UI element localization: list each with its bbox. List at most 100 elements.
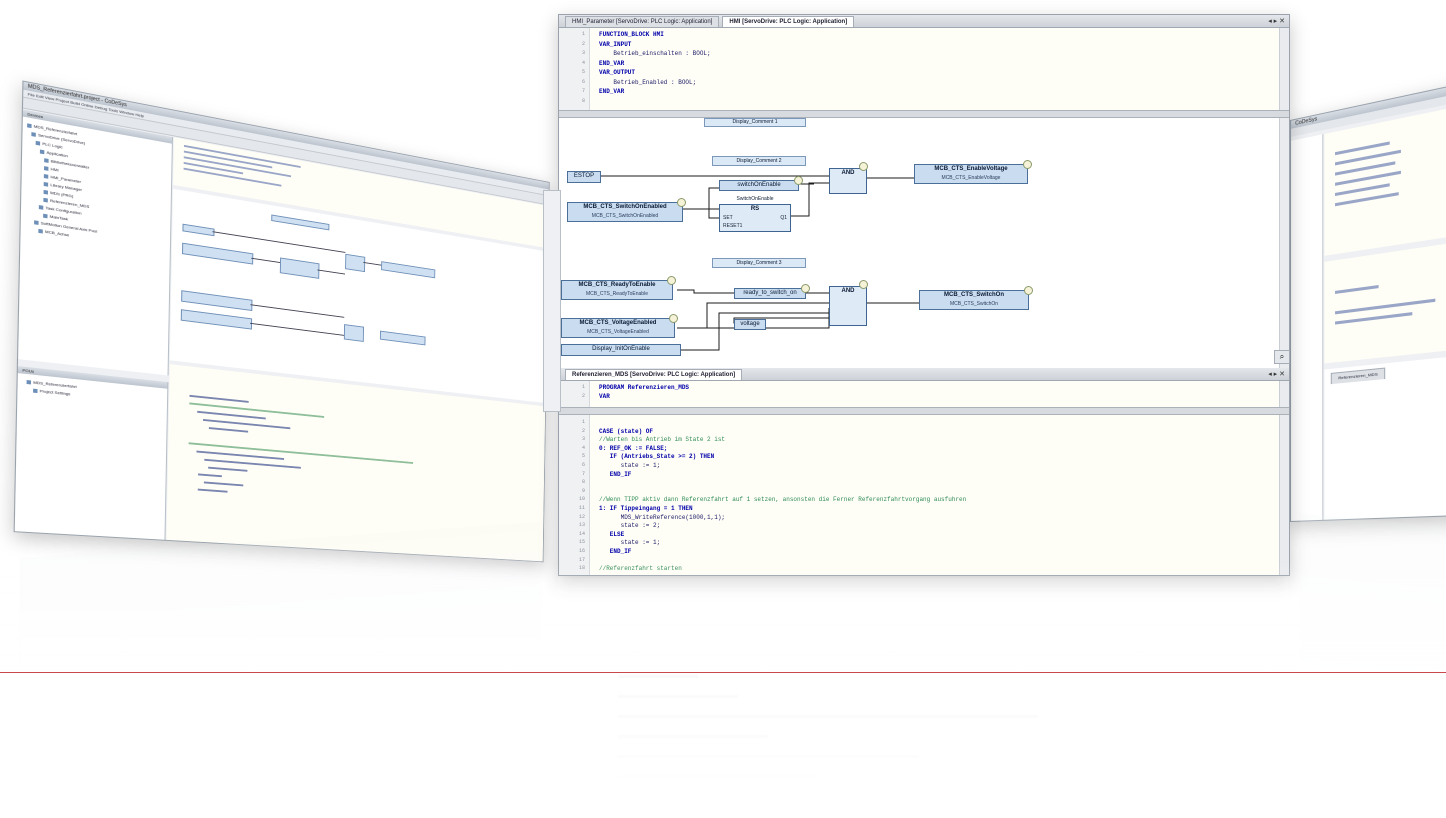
declaration-editor[interactable]: 1 FUNCTION_BLOCK HMI 2 VAR_INPUT 3 Betrieb_e… [559,28,1289,110]
code-line[interactable]: FUNCTION_BLOCK HMI [599,31,664,38]
node-icon [31,132,36,137]
line-number: 11 [578,505,585,511]
switch-on-enabled-input[interactable]: MCB_CTS_SwitchOnEnabled MCB_CTS_SwitchOn… [567,202,683,222]
tab-referenzieren[interactable]: Referenzieren_MDS [ServoDrive: PLC Logic… [565,369,743,380]
status-badge [859,280,868,289]
line-number: 10 [578,496,585,503]
code-line[interactable]: VAR_INPUT [599,41,631,48]
and-block-1[interactable]: AND [829,168,867,194]
vertical-scrollbar[interactable] [1279,381,1289,407]
vertical-scrollbar[interactable] [1279,415,1289,575]
zoom-icon[interactable]: ⌕ [1274,350,1290,364]
tab-hmi[interactable]: HMI [ServoDrive: PLC Logic: Application] [722,16,855,27]
enable-voltage-output[interactable]: MCB_CTS_EnableVoltage MCB_CTS_EnableVolt… [914,164,1028,184]
line-number: 2 [581,393,585,399]
node-icon [44,158,49,163]
code-line[interactable]: state := 1; [599,462,661,469]
code-line[interactable]: VAR_OUTPUT [599,69,635,76]
ready-to-enable-input[interactable]: MCB_CTS_ReadyToEnable MCB_CTS_ReadyToEna… [561,280,673,300]
right-sidebar[interactable] [1291,134,1324,521]
estop-input[interactable]: ESTOP [567,171,601,183]
code-line[interactable]: END_IF [599,471,632,478]
code-line[interactable]: IF (Antriebs_State >= 2) THEN [599,453,714,460]
pou-item[interactable]: Project Settings [33,388,70,396]
body-code-editor[interactable]: 1 2 CASE (state) OF 3//Warten bis Antrieb i… [559,415,1289,575]
devices-tree[interactable]: Devices MDS_Referenzierfahrt ServoDrive (… [18,109,173,376]
status-badge [1024,286,1033,295]
code-line[interactable]: //Warten bis Antrieb im State 2 ist [599,436,725,443]
switch-on-enabled-title: MCB_CTS_SwitchOnEnabled [583,204,667,210]
code-line[interactable]: state := 1; [599,539,661,546]
line-number: 4 [581,444,585,451]
fbd-scrollbar[interactable] [1279,118,1289,368]
line-number: 5 [581,69,585,75]
status-badge [669,314,678,323]
ready-to-switch-var[interactable]: ready_to_switch_on [734,288,806,299]
vertical-scrollbar[interactable] [1279,28,1289,110]
code-line[interactable]: state := 2; [599,522,661,529]
tree-item[interactable]: HMI [43,165,59,173]
switch-on-title: MCB_CTS_SwitchOn [943,292,1004,298]
tree-item[interactable]: MCB_Achse [38,228,69,237]
window-controls[interactable]: ◂ ▸ ✕ [1268,16,1289,27]
folder-icon [26,379,32,385]
ready-sub: MCB_CTS_ReadyToEnable [586,291,648,297]
fbd-editor[interactable]: Display_Comment 1 Display_Comment 2 ESTO… [559,118,1289,368]
splitter[interactable] [559,110,1289,118]
code-line[interactable]: END_VAR [599,88,624,95]
line-number: 7 [581,88,585,94]
comment-3[interactable]: Display_Comment 3 [712,258,806,268]
tree-item[interactable]: MainTask [43,213,68,221]
status-badge [794,176,803,185]
editor-tabbar: HMI_Parameter [ServoDrive: PLC Logic: Ap… [559,15,1289,28]
comment-1[interactable]: Display_Comment 1 [704,118,806,127]
line-number: 1 [581,31,585,37]
line-number: 13 [578,522,585,529]
code-line[interactable]: 1: IF Tippeingang = 1 THEN [599,505,693,512]
display-init-var[interactable]: Display_InitOnEnable [561,344,681,356]
reflection-fade [0,560,1446,818]
code-line[interactable]: END_IF [599,548,632,555]
code-line[interactable]: Betrieb_einschalten : BOOL; [599,50,710,57]
code-line[interactable]: 0: REF_OK := FALSE; [599,445,667,452]
line-number: 6 [581,78,585,85]
voltage-var[interactable]: voltage [734,319,766,330]
right-lower-panel[interactable]: Referenzieren_MDS [1324,336,1446,520]
line-number: 7 [581,470,585,477]
voltage-enabled-title: MCB_CTS_VoltageEnabled [579,320,657,326]
enable-voltage-title: MCB_CTS_EnableVoltage [934,166,1008,172]
line-number: 2 [581,40,585,47]
code-line[interactable]: Betrieb_Enabled : BOOL; [599,79,696,86]
tab-hmi-parameter[interactable]: HMI_Parameter [ServoDrive: PLC Logic: Ap… [565,16,720,27]
node-icon [43,174,49,179]
and-block-2[interactable]: AND [829,286,867,326]
switch-on-enable-var[interactable]: switchOnEnable [719,180,799,191]
code-line[interactable]: ELSE [599,531,624,538]
code-line[interactable]: PROGRAM Referenzieren_MDS [599,384,689,391]
line-number: 3 [581,50,585,56]
node-icon [39,149,45,155]
status-badge [677,198,686,207]
accent-line [0,672,1446,673]
code-line[interactable]: VAR [599,393,610,400]
voltage-enabled-input[interactable]: MCB_CTS_VoltageEnabled MCB_CTS_VoltageEn… [561,318,675,338]
bottom-window-controls[interactable]: ◂ ▸ ✕ [1268,369,1289,380]
bottom-tabbar: Referenzieren_MDS [ServoDrive: PLC Logic… [559,368,1289,381]
marketing-stage: MDS_Referenzierfahrt.project - CoDeSys F… [0,0,1446,818]
pou-tree[interactable]: POUs MDS_Referenzierfahrt Project Settin… [14,366,169,540]
line-number: 9 [581,487,585,494]
side-toolbox[interactable] [543,190,561,412]
splitter[interactable] [559,407,1289,415]
code-line[interactable]: //Wenn TIPP aktiv dann Referenzfahrt auf… [599,496,966,503]
code-line[interactable]: END_VAR [599,60,624,67]
enable-voltage-sub: MCB_CTS_EnableVoltage [941,175,1001,181]
code-line[interactable]: CASE (state) OF [599,428,653,435]
switch-on-output[interactable]: MCB_CTS_SwitchOn MCB_CTS_SwitchOn [919,290,1029,310]
right-ide-window: CoDeSys Referenzieren_MDS [1290,42,1446,522]
line-number: 15 [578,539,585,546]
right-tab[interactable]: Referenzieren_MDS [1330,367,1386,385]
code-line[interactable]: MDS_WriteReference(1000,1,1); [599,514,725,521]
comment-2[interactable]: Display_Comment 2 [712,156,806,166]
bottom-declaration-editor[interactable]: 1 PROGRAM Referenzieren_MDS 2 VAR [559,381,1289,407]
rs-function-block[interactable]: SwitchOnEnable RS SET RESET1 Q1 [719,196,791,232]
